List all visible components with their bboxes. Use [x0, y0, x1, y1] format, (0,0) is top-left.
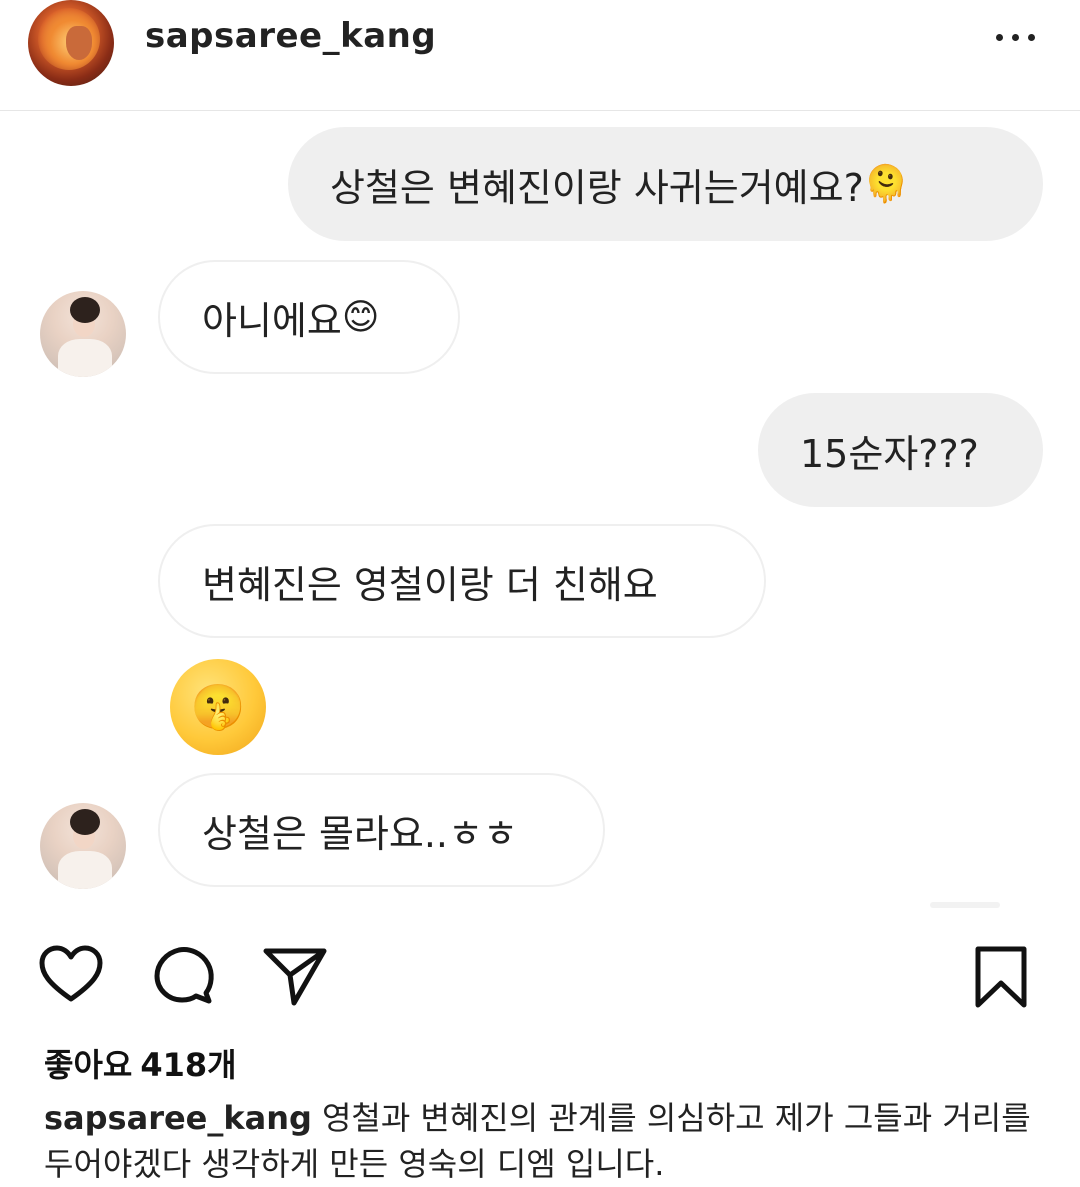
smiling-face-emoji: 😊: [341, 296, 380, 338]
post-header: sapsaree_kang: [0, 0, 1080, 111]
post-caption: sapsaree_kang 영철과 변혜진의 관계를 의심하고 제가 그들과 거리…: [44, 1095, 1044, 1187]
header-username[interactable]: sapsaree_kang: [145, 16, 436, 56]
message-incoming: 아니에요 😊: [158, 260, 460, 374]
bookmark-icon[interactable]: [968, 943, 1034, 1009]
message-text: 변혜진은 영철이랑 더 친해요: [202, 562, 658, 607]
heart-icon[interactable]: [38, 943, 104, 1009]
message-text: 상철은 변혜진이랑 사귀는거예요?: [330, 165, 864, 210]
message-incoming: 상철은 몰라요..ㅎㅎ: [158, 773, 605, 887]
message-outgoing: 15순자???: [758, 393, 1043, 507]
melting-face-emoji: 🫠: [863, 164, 909, 205]
next-message-peek: [930, 902, 1000, 908]
message-text: 15순자???: [800, 431, 979, 476]
message-text: 상철은 몰라요..ㅎㅎ: [202, 811, 518, 856]
shushing-face-emoji: 🤫: [170, 659, 266, 755]
likes-number: 418개: [140, 1046, 237, 1084]
comment-icon[interactable]: [150, 943, 216, 1009]
message-outgoing: 상철은 변혜진이랑 사귀는거예요? 🫠: [288, 127, 1043, 241]
more-options-icon[interactable]: [996, 34, 1044, 44]
lion-face: [66, 26, 92, 60]
profile-avatar[interactable]: [28, 0, 114, 86]
likes-count[interactable]: 좋아요 418개: [44, 1040, 237, 1086]
caption-username[interactable]: sapsaree_kang: [44, 1099, 312, 1137]
sender-avatar: [40, 291, 126, 377]
message-text: 아니에요: [202, 298, 342, 343]
dm-screenshot: 상철은 변혜진이랑 사귀는거예요? 🫠 아니에요 😊 15순자??? 변혜진은 …: [0, 111, 1080, 911]
sender-avatar: [40, 803, 126, 889]
likes-label: 좋아요: [44, 1046, 133, 1084]
send-icon[interactable]: [262, 943, 328, 1009]
post-actions: [0, 935, 1080, 1015]
message-incoming: 변혜진은 영철이랑 더 친해요: [158, 524, 766, 638]
